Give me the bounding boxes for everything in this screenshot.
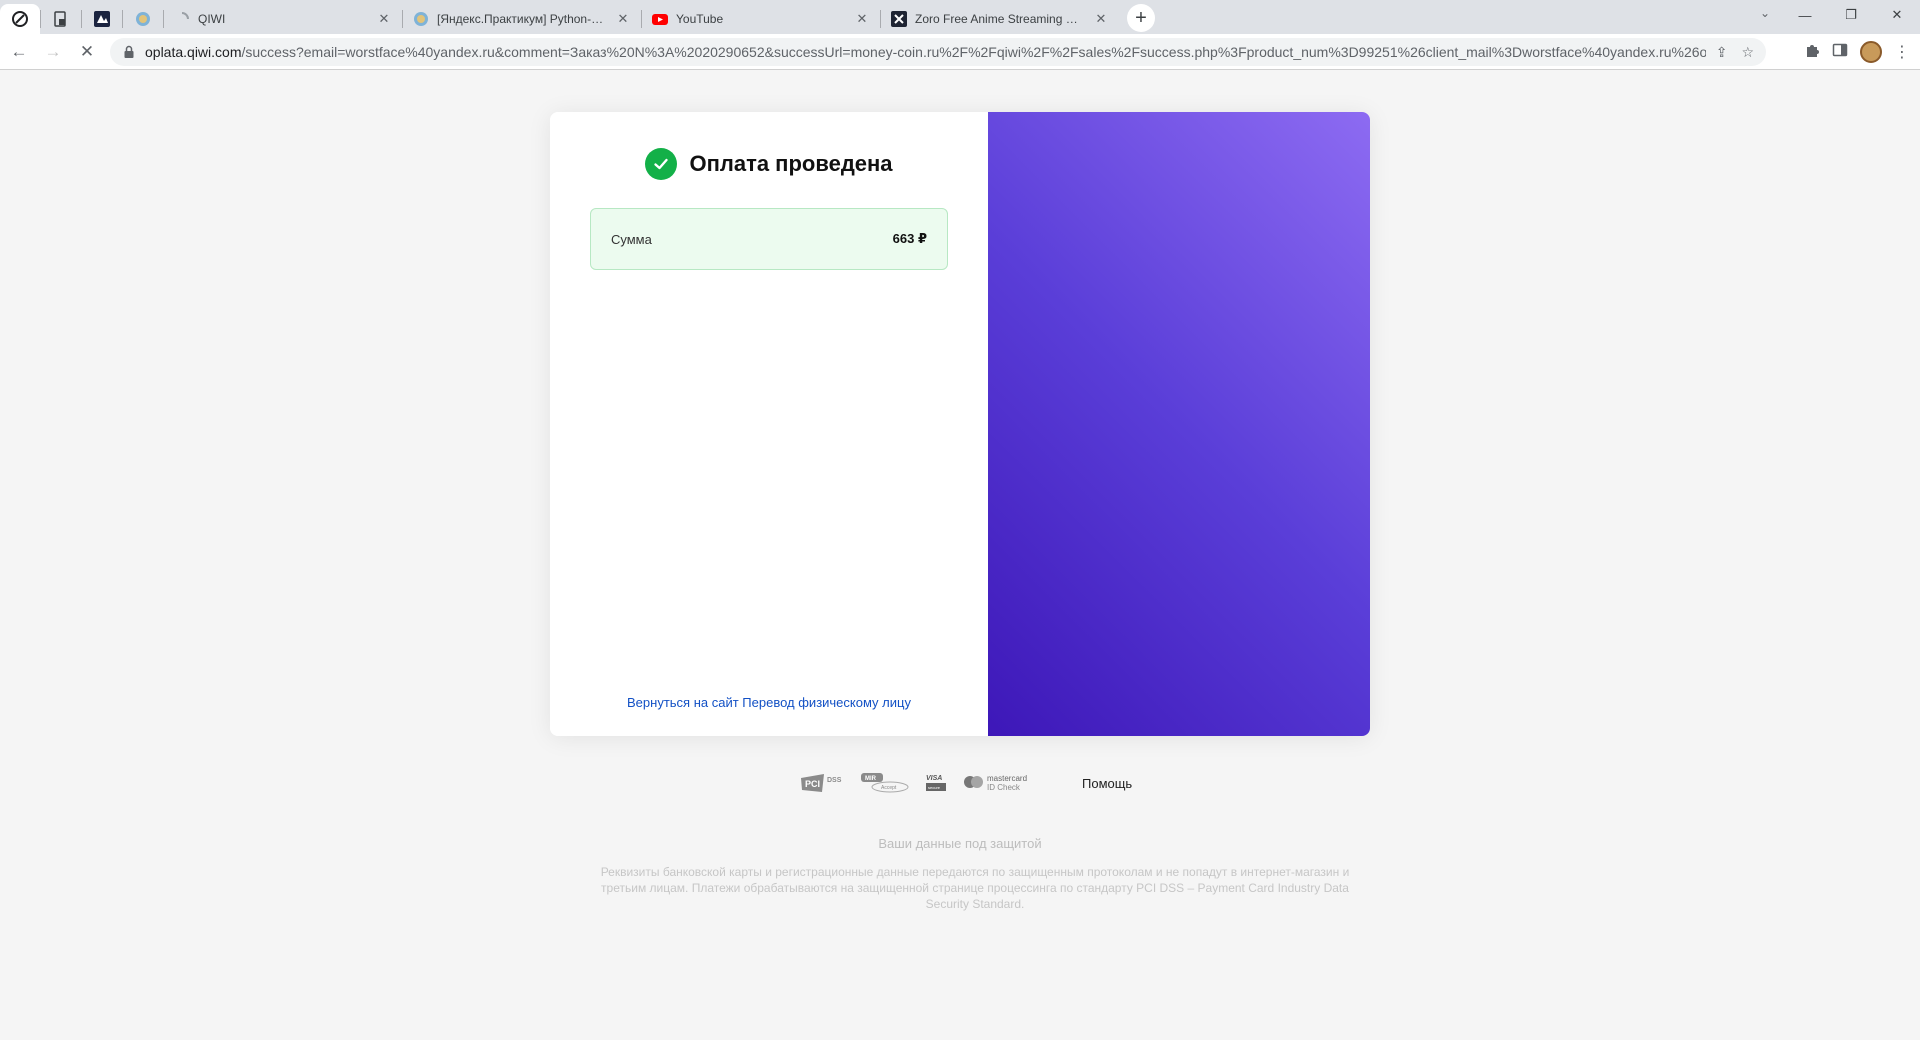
close-icon[interactable]: ✕: [376, 11, 392, 27]
pci-text: PCI: [805, 779, 820, 789]
lock-icon[interactable]: [122, 45, 136, 59]
tab-zoro[interactable]: Zoro Free Anime Streaming Hom ✕: [881, 4, 1119, 34]
mir-accept-logo: MIR Accept: [860, 772, 912, 794]
share-icon[interactable]: ⇪: [1716, 44, 1728, 61]
octagon-logo-icon: [12, 11, 28, 27]
transfer-to-person-link[interactable]: Перевод физическому лицу: [742, 695, 911, 710]
tab-title: QIWI: [198, 12, 226, 26]
pci-dss-logo: PCI DSS: [800, 772, 848, 794]
return-to-site-link[interactable]: Вернуться на сайт: [627, 695, 739, 710]
pinned-tab-3[interactable]: [82, 4, 122, 34]
mir-accept-text: Accept: [881, 785, 897, 791]
mountain-logo-icon: [94, 11, 110, 27]
amount-summary: Сумма 663 ₽: [590, 208, 948, 270]
mastercard-text: mastercard: [987, 774, 1027, 783]
menu-kebab-icon[interactable]: ⋮: [1894, 42, 1910, 62]
payment-info-panel: Оплата проведена Сумма 663 ₽ Вернуться н…: [550, 112, 988, 736]
tab-yandex-praktikum[interactable]: [Яндекс.Практикум] Python-раз ✕: [403, 4, 641, 34]
help-link[interactable]: Помощь: [1082, 776, 1132, 791]
amount-label: Сумма: [611, 231, 652, 247]
zoro-icon: [891, 11, 907, 27]
close-icon[interactable]: ✕: [615, 11, 631, 27]
tab-search-chevron-icon[interactable]: ⌄: [1760, 6, 1770, 20]
security-title: Ваши данные под защитой: [878, 836, 1042, 851]
pinned-tab-4[interactable]: [123, 4, 163, 34]
close-icon[interactable]: ✕: [854, 11, 870, 27]
globe-avatar-icon: [135, 11, 151, 27]
tab-title: YouTube: [676, 12, 724, 26]
side-panel-icon[interactable]: [1832, 42, 1848, 63]
stop-loading-icon[interactable]: ✕: [72, 38, 102, 66]
forward-arrow-icon[interactable]: →: [38, 38, 68, 66]
pinned-tab-1[interactable]: [0, 4, 40, 34]
youtube-icon: [652, 11, 668, 27]
pinned-tab-2[interactable]: [41, 4, 81, 34]
document-icon: [53, 11, 69, 27]
status-title: Оплата проведена: [689, 151, 893, 176]
amount-value: 663 ₽: [892, 231, 927, 246]
window-close-icon[interactable]: ✕: [1874, 0, 1920, 30]
address-bar[interactable]: oplata.qiwi.com/success?email=worstface%…: [110, 38, 1766, 66]
success-check-icon: [645, 148, 678, 180]
browser-toolbar: ← → ✕ oplata.qiwi.com/success?email=wors…: [0, 34, 1920, 70]
url-path: /success?email=worstface%40yandex.ru&com…: [241, 44, 1706, 60]
url-text: oplata.qiwi.com/success?email=worstface%…: [145, 44, 1706, 60]
window-controls: — ❐ ✕: [1782, 0, 1920, 30]
id-check-text: ID Check: [987, 783, 1021, 792]
security-badges: PCI DSS MIR Accept VISA secure mastercar…: [800, 772, 1132, 794]
url-host: oplata.qiwi.com: [145, 44, 242, 60]
profile-avatar[interactable]: [1860, 41, 1882, 63]
dss-text: DSS: [827, 777, 842, 784]
payment-status: Оплата проведена: [550, 148, 988, 180]
tab-title: Zoro Free Anime Streaming Hom: [915, 12, 1085, 26]
payment-card: Оплата проведена Сумма 663 ₽ Вернуться н…: [550, 112, 1370, 736]
tab-title: [Яндекс.Практикум] Python-раз: [437, 12, 607, 26]
globe-avatar-icon: [413, 11, 429, 27]
bottom-links: Вернуться на сайт Перевод физическому ли…: [550, 695, 988, 710]
restore-icon[interactable]: ❐: [1828, 0, 1874, 30]
mir-text: MIR: [865, 776, 877, 782]
visa-text: VISA: [926, 775, 942, 782]
back-arrow-icon[interactable]: ←: [4, 38, 34, 66]
extensions-puzzle-icon[interactable]: [1804, 42, 1820, 63]
loading-icon: [174, 11, 190, 27]
bookmark-star-icon[interactable]: ☆: [1741, 44, 1754, 61]
close-icon[interactable]: ✕: [1093, 11, 1109, 27]
visa-secure-logo: VISA secure: [924, 772, 950, 794]
decorative-gradient-panel: [988, 112, 1370, 736]
visa-secure-text: secure: [928, 785, 941, 790]
browser-tab-strip: QIWI ✕ [Яндекс.Практикум] Python-раз ✕ Y…: [0, 0, 1920, 34]
tab-youtube[interactable]: YouTube ✕: [642, 4, 880, 34]
new-tab-button[interactable]: +: [1127, 4, 1155, 32]
security-description: Реквизиты банковской карты и регистрацио…: [600, 865, 1350, 911]
tab-qiwi[interactable]: QIWI ✕: [164, 4, 402, 34]
mastercard-id-check-logo: mastercard ID Check: [962, 772, 1046, 794]
minimize-icon[interactable]: —: [1782, 0, 1828, 30]
